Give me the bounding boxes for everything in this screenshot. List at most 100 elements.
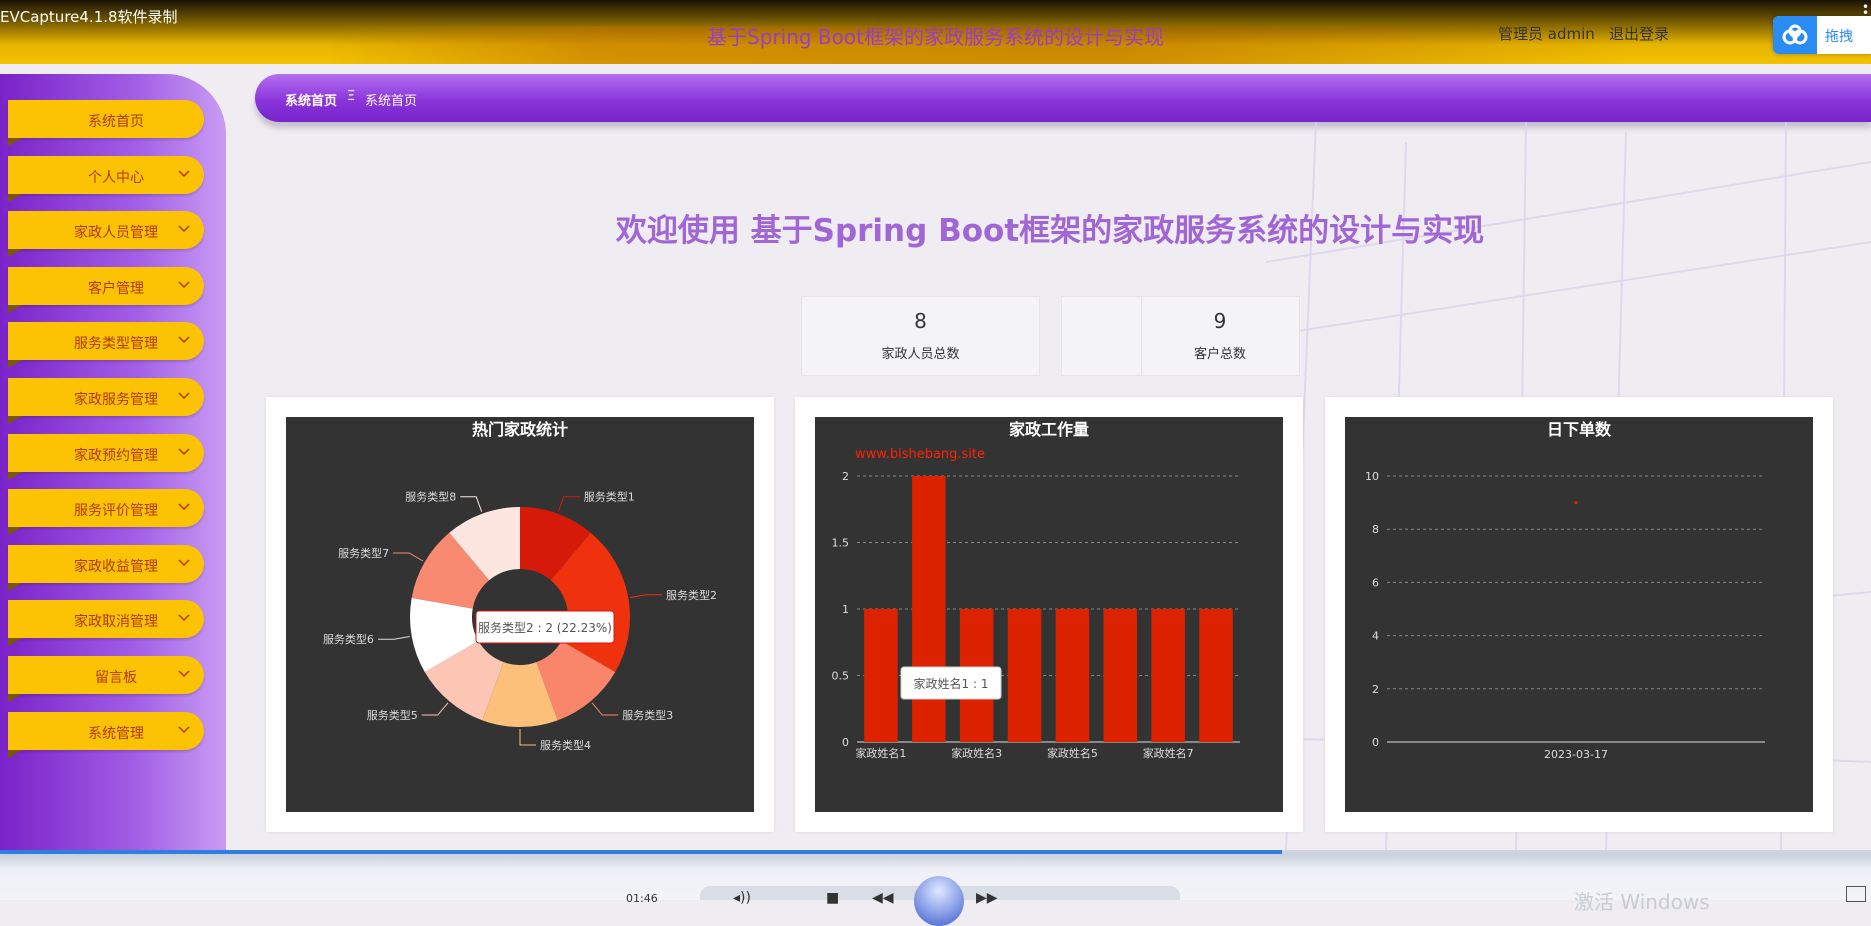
pie-label-line <box>393 552 424 562</box>
y-tick-label: 10 <box>1365 470 1379 483</box>
welcome-heading: 欢迎使用 基于Spring Boot框架的家政服务系统的设计与实现 <box>615 213 1485 249</box>
stat-card-staff: 8 家政人员总数 <box>801 296 1040 376</box>
chevron-down-icon <box>178 170 190 177</box>
y-tick-label: 2 <box>1372 683 1379 696</box>
panel-daily-orders: 日下单数 0 2 4 6 8 10 2023-03-17 <box>1325 397 1833 832</box>
chevron-down-icon <box>178 614 190 622</box>
sidebar-item-label: 系统首页 <box>88 114 144 130</box>
breadcrumb-home-link[interactable]: 系统首页 <box>285 90 337 109</box>
stop-icon[interactable]: ■ <box>826 890 839 906</box>
chevron-down-icon <box>178 726 190 733</box>
x-tick-label: 家政姓名7 <box>1143 746 1194 760</box>
menu-fold-decoration <box>8 638 22 647</box>
pie-label-line <box>630 594 663 599</box>
menu-fold-decoration <box>8 249 22 258</box>
upload-widget-label: 拖拽 <box>1825 29 1853 45</box>
chart-workload: 家政工作量 www.bishebang.site 0 0.5 1 1.5 2 家政姓名1 家政姓… <box>815 417 1283 812</box>
video-time: 01:46 <box>626 892 658 905</box>
tooltip-text: 家政姓名1 : 1 <box>914 676 989 691</box>
chevron-down-icon <box>178 559 190 566</box>
pie-label-line <box>377 635 410 640</box>
chart-watermark: www.bishebang.site <box>855 447 985 462</box>
y-tick-label: 4 <box>1372 630 1379 643</box>
admin-user-label: 管理员 admin <box>1498 25 1595 43</box>
pie-label: 服务类型3 <box>622 708 673 722</box>
y-tick-label: 8 <box>1372 523 1379 536</box>
rewind-icon[interactable]: ◀◀ <box>872 890 894 906</box>
y-tick-label: 0 <box>1372 736 1379 749</box>
chevron-down-icon <box>178 392 190 400</box>
x-tick-label: 家政姓名3 <box>951 746 1002 760</box>
line-point[interactable] <box>1574 501 1578 505</box>
y-tick-label: 0 <box>842 736 849 749</box>
top-header: EVCapture4.1.8软件录制 基于Spring Boot框架的家政服务系… <box>0 0 1871 64</box>
pie-label-line <box>421 702 449 716</box>
stat-label: 客户总数 <box>1193 347 1246 362</box>
menu-fold-decoration <box>8 304 22 313</box>
panel-popular-services: 热门家政统计 服务类型1 服务类型2 服务类型3 服务类型4 服务类型5 服务类型6 服务类型… <box>266 397 774 832</box>
pie-label-line <box>591 702 619 716</box>
breadcrumb-separator-icon: Ξ <box>347 89 356 104</box>
sidebar-item-7[interactable]: 家政预约管理 <box>8 433 204 480</box>
chart-tooltip: 服务类型2 : 2 (22.23%) <box>475 610 615 644</box>
x-tick-label: 家政姓名5 <box>1047 746 1098 760</box>
bar[interactable] <box>1103 609 1138 742</box>
fast-forward-icon[interactable]: ▶▶ <box>976 890 998 906</box>
stat-value: 9 <box>1213 309 1227 333</box>
sidebar-item-11[interactable]: 留言板 <box>8 656 204 702</box>
y-tick-label: 2 <box>842 470 849 483</box>
sidebar-item-1[interactable]: 系统首页 <box>8 100 204 146</box>
tooltip-text: 服务类型2 : 2 (22.23%) <box>478 620 612 635</box>
y-tick-label: 0.5 <box>832 670 850 683</box>
chart-title: 日下单数 <box>1547 420 1612 439</box>
sidebar-item-4[interactable]: 客户管理 <box>8 266 204 313</box>
bar[interactable] <box>1055 609 1090 742</box>
pie-label-line <box>519 729 536 746</box>
sidebar-item-5[interactable]: 服务类型管理 <box>8 322 204 369</box>
sidebar-item-10[interactable]: 家政取消管理 <box>8 600 204 647</box>
stat-card-customers: 9 客户总数 <box>1061 296 1300 376</box>
sidebar-item-2[interactable]: 个人中心 <box>8 155 204 202</box>
chevron-down-icon <box>178 225 190 233</box>
chevron-down-icon <box>178 670 190 678</box>
menu-fold-decoration <box>8 471 22 480</box>
chart-title: 家政工作量 <box>1009 420 1089 439</box>
sidebar-item-12[interactable]: 系统管理 <box>8 711 204 758</box>
bar[interactable] <box>1007 609 1042 742</box>
x-tick-label: 家政姓名1 <box>855 746 906 760</box>
y-tick-label: 6 <box>1372 576 1379 589</box>
chart-tooltip: 家政姓名1 : 1 <box>900 666 1002 700</box>
logout-link[interactable]: 退出登录 <box>1609 23 1669 44</box>
sidebar-item-6[interactable]: 家政服务管理 <box>8 378 204 424</box>
bar[interactable] <box>1151 609 1185 742</box>
volume-icon[interactable]: ◂)) <box>733 890 751 906</box>
chart-popular-services: 热门家政统计 服务类型1 服务类型2 服务类型3 服务类型4 服务类型5 服务类型6 服务类型… <box>286 417 754 812</box>
y-tick-label: 1.5 <box>832 537 850 550</box>
pie-label: 服务类型1 <box>584 490 635 504</box>
upload-widget[interactable]: 拖拽 <box>1773 16 1871 54</box>
chevron-down-icon <box>178 503 190 511</box>
sidebar-item-8[interactable]: 服务评价管理 <box>8 489 204 536</box>
menu-fold-decoration <box>8 416 22 424</box>
panel-workload: 家政工作量 www.bishebang.site 0 0.5 1 1.5 2 家政姓名1 家政姓… <box>795 397 1303 832</box>
menu-fold-decoration <box>8 694 22 702</box>
bar[interactable] <box>1199 609 1233 742</box>
bar[interactable] <box>912 476 946 742</box>
video-progress-bar[interactable] <box>0 850 1871 854</box>
pie-label: 服务类型2 <box>666 588 717 602</box>
breadcrumb-current: 系统首页 <box>365 94 418 109</box>
pie-label: 服务类型6 <box>323 632 374 646</box>
video-progress-fill <box>0 850 1282 854</box>
stat-value: 8 <box>914 309 927 333</box>
play-button[interactable] <box>914 876 964 926</box>
more-dots-icon[interactable]: • • <box>1862 1 1869 19</box>
menu-fold-decoration <box>8 138 22 146</box>
sidebar-item-9[interactable]: 家政收益管理 <box>8 544 204 591</box>
sidebar-item-3[interactable]: 家政人员管理 <box>8 211 204 258</box>
y-tick-label: 1 <box>842 603 849 616</box>
pie-label-line <box>460 496 483 512</box>
menu-fold-decoration <box>8 749 22 758</box>
menu-fold-decoration <box>8 193 22 202</box>
chart-title: 热门家政统计 <box>472 420 568 439</box>
bar[interactable] <box>864 609 898 742</box>
